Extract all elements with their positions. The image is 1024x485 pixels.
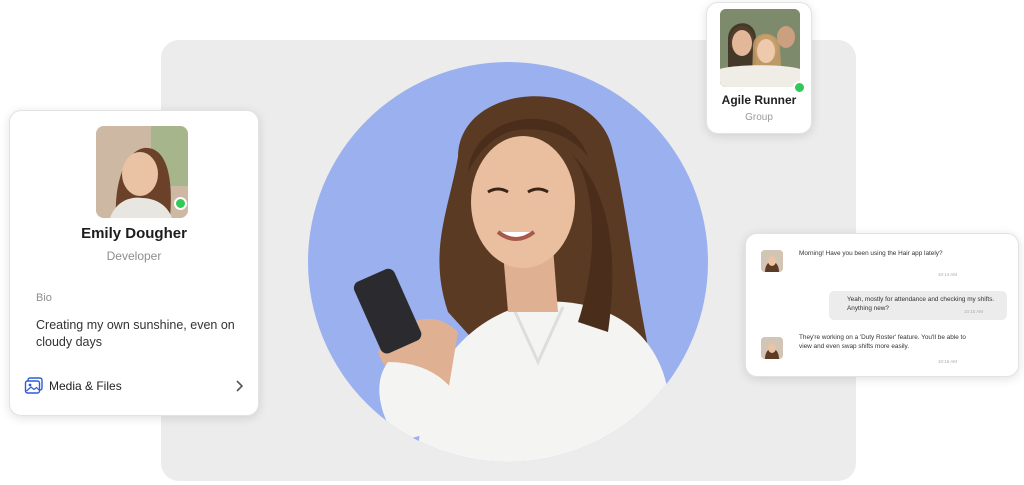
- group-type: Group: [745, 112, 773, 123]
- profile-role: Developer: [106, 249, 162, 263]
- chevron-right-icon: [236, 380, 244, 392]
- group-card[interactable]: Agile Runner Group: [706, 2, 812, 134]
- message-text: They're working on a 'Duty Roster' featu…: [799, 334, 966, 350]
- bio-text: Creating my own sunshine, even on cloudy…: [36, 318, 235, 349]
- message-text: Morning! Have you been using the Hair ap…: [799, 250, 943, 257]
- hero-photo: [308, 62, 708, 462]
- message-avatar: [761, 337, 783, 359]
- group-name: Agile Runner: [721, 93, 797, 107]
- online-status-dot: [174, 197, 187, 210]
- media-files-row[interactable]: Media & Files: [24, 373, 244, 399]
- chat-preview-card: Morning! Have you been using the Hair ap…: [745, 233, 1019, 377]
- media-files-label: Media & Files: [49, 379, 122, 393]
- group-photo: [720, 9, 800, 87]
- message-time: 10:16 AM: [938, 359, 958, 364]
- message-time: 10:14 AM: [938, 272, 958, 277]
- profile-name: Emily Dougher: [81, 225, 187, 242]
- woman-with-phone-illustration: [353, 96, 678, 462]
- media-files-icon: [24, 377, 43, 394]
- message-avatar: [761, 250, 783, 272]
- profile-card: Emily Dougher Developer Bio Creating my …: [9, 110, 259, 416]
- bio-label: Bio: [36, 292, 52, 304]
- message-time: 10:15 AM: [964, 309, 984, 314]
